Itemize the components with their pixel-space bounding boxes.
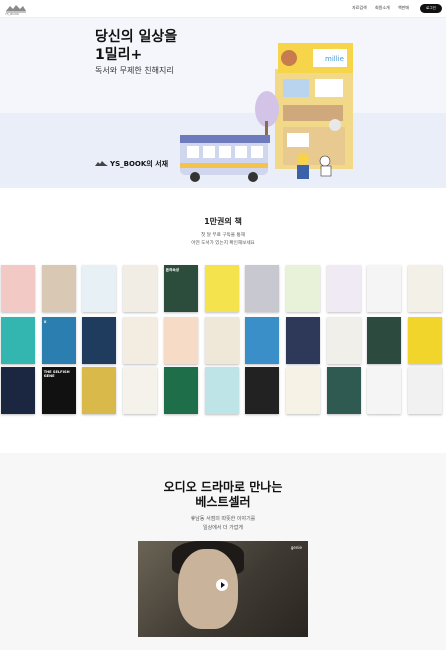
hero-illustration: millie — [180, 43, 353, 182]
hero-subtitle: 독서와 무제한 친해지리 — [95, 66, 174, 75]
book-cover[interactable] — [285, 367, 320, 414]
book-title: X — [43, 320, 47, 324]
audio-section: 오디오 드라마로 만나는 베스트셀러 휴남동 서점의 따뜻한 이야기를 일상에서… — [0, 453, 446, 650]
nav-item-members[interactable]: 회원소개 — [375, 5, 390, 11]
nav-item-store[interactable]: 책판매 — [398, 5, 409, 11]
login-button[interactable]: 로그인 — [420, 4, 442, 13]
book-cover[interactable] — [163, 317, 198, 364]
book-cover[interactable] — [285, 317, 320, 364]
book-cover[interactable] — [245, 367, 280, 414]
logo-text: YS_BOOK — [5, 12, 19, 16]
audio-subtitle-line2: 일상에서 더 가깝게 — [203, 525, 243, 531]
audio-title-line1: 오디오 드라마로 만나는 — [163, 480, 283, 494]
books-subtitle-line1: 첫 달 무료 구독을 통해 — [201, 233, 245, 238]
video-player[interactable]: genie — [138, 541, 308, 637]
hero-section: 당신의 일상을 1밀리+ 독서와 무제한 친해지리 millie YS_BOOK… — [0, 17, 446, 188]
book-title: 돈의속성 — [165, 268, 180, 272]
book-cover[interactable] — [245, 265, 280, 312]
book-cover[interactable] — [204, 367, 239, 414]
nav-item-search[interactable]: 자료검색 — [352, 5, 367, 11]
play-icon[interactable] — [216, 579, 228, 591]
hero-title-line2: 1밀리+ — [95, 47, 143, 63]
brand-small-logo-icon — [95, 161, 108, 166]
page: YS_BOOK 자료검색 회원소개 책판매 로그인 당신의 일상을 1밀리+ 독… — [0, 0, 446, 650]
book-cover[interactable] — [285, 265, 320, 312]
book-cover[interactable]: THE SELFISH GENE — [41, 367, 76, 414]
audio-subtitle-line1: 휴남동 서점의 따뜻한 이야기를 — [190, 516, 256, 522]
book-cover[interactable] — [1, 317, 35, 364]
book-cover[interactable] — [82, 367, 117, 414]
book-cover[interactable] — [82, 317, 117, 364]
hero-title-line1: 당신의 일상을 — [95, 29, 178, 45]
book-cover[interactable] — [82, 265, 117, 312]
audio-section-title: 오디오 드라마로 만나는 베스트셀러 — [0, 480, 446, 510]
book-cover[interactable] — [1, 265, 35, 312]
video-badge: genie — [290, 545, 302, 550]
book-title: THE SELFISH GENE — [43, 370, 70, 379]
hero-brand-label: YS_BOOK의 서재 — [110, 160, 169, 168]
audio-section-subtitle: 휴남동 서점의 따뜻한 이야기를 일상에서 더 가깝게 — [0, 515, 446, 533]
book-cover[interactable] — [408, 265, 442, 312]
sign-text: millie — [325, 55, 344, 63]
book-cover[interactable] — [408, 317, 442, 364]
book-cover[interactable] — [204, 317, 239, 364]
book-cover[interactable] — [367, 317, 402, 364]
book-cover[interactable]: X — [41, 317, 76, 364]
book-cover[interactable] — [163, 367, 198, 414]
top-nav: YS_BOOK 자료검색 회원소개 책판매 로그인 — [0, 0, 446, 18]
book-cover[interactable] — [326, 317, 361, 364]
book-cover[interactable] — [326, 265, 361, 312]
book-cover[interactable] — [204, 265, 239, 312]
books-section: 1만권의 책 첫 달 무료 구독을 통해 어떤 도서가 있는지 확인해보세요 돈… — [0, 188, 446, 453]
book-cover[interactable] — [367, 367, 402, 414]
book-cover[interactable] — [1, 367, 35, 414]
book-cover[interactable] — [123, 367, 158, 414]
book-cover[interactable] — [41, 265, 76, 312]
books-section-subtitle: 첫 달 무료 구독을 통해 어떤 도서가 있는지 확인해보세요 — [0, 232, 446, 248]
book-cover[interactable] — [408, 367, 442, 414]
book-cover[interactable] — [245, 317, 280, 364]
book-cover[interactable]: 돈의속성 — [163, 265, 198, 312]
book-cover[interactable] — [367, 265, 402, 312]
book-cover[interactable] — [123, 317, 158, 364]
book-cover[interactable] — [326, 367, 361, 414]
books-section-title: 1만권의 책 — [204, 217, 242, 226]
hero-title: 당신의 일상을 1밀리+ — [95, 28, 177, 64]
books-subtitle-line2: 어떤 도서가 있는지 확인해보세요 — [191, 241, 255, 246]
book-cover[interactable] — [123, 265, 158, 312]
video-figure-face — [178, 549, 238, 629]
audio-title-line2: 베스트셀러 — [195, 495, 251, 509]
